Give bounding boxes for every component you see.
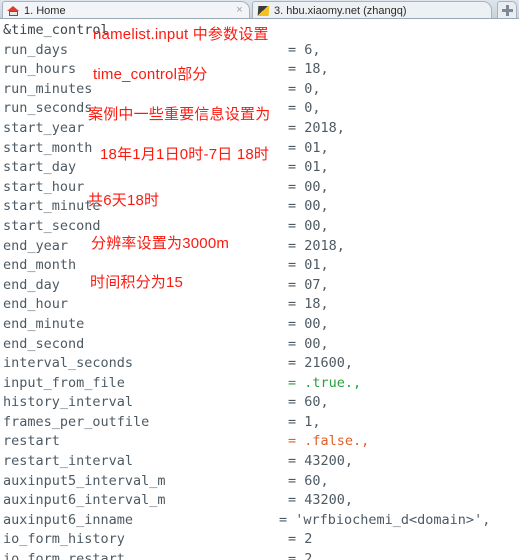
tab-hbu-xiaomy-net[interactable]: 3. hbu.xiaomy.net (zhangq) <box>252 1 492 18</box>
namelist-row: restart = .false., <box>0 432 519 452</box>
namelist-row: io_form_history = 2 <box>0 530 519 550</box>
namelist-key: end_minute <box>3 315 85 332</box>
namelist-row: run_minutes = 0, <box>0 80 519 100</box>
annotation-text: 分辨率设置为3000m <box>91 235 230 252</box>
namelist-value: = 0, <box>288 100 321 117</box>
namelist-key: start_minute <box>3 198 101 215</box>
namelist-value: = 2018, <box>288 237 345 254</box>
namelist-key: io_form_restart <box>3 551 125 560</box>
namelist-key: start_day <box>3 159 77 176</box>
annotation-text: time_control部分 <box>93 66 208 83</box>
namelist-row: run_days = 6, <box>0 41 519 61</box>
namelist-value: = 00, <box>288 178 329 195</box>
namelist-value: = .true., <box>288 374 362 391</box>
namelist-row: start_hour = 00, <box>0 178 519 198</box>
namelist-key: start_year <box>3 119 85 136</box>
namelist-key: end_second <box>3 335 85 352</box>
namelist-value: = 01, <box>288 257 329 274</box>
namelist-row: auxinput6_interval_m = 43200, <box>0 491 519 511</box>
namelist-value: = 2018, <box>288 119 345 136</box>
namelist-key: end_year <box>3 237 69 254</box>
namelist-value: = 00, <box>288 315 329 332</box>
annotation-text: 18年1月1日0时-7日 18时 <box>100 146 270 163</box>
namelist-key: auxinput6_interval_m <box>3 492 166 509</box>
close-icon[interactable]: × <box>234 5 245 16</box>
namelist-key: input_from_file <box>3 374 125 391</box>
tab-label: 1. Home <box>24 4 66 17</box>
namelist-row: start_minute = 00, <box>0 197 519 217</box>
namelist-value: = 2 <box>288 551 313 560</box>
namelist-value: = 0, <box>288 80 321 97</box>
namelist-key: history_interval <box>3 394 134 411</box>
namelist-row: start_second = 00, <box>0 217 519 237</box>
namelist-row: history_interval = 60, <box>0 393 519 413</box>
namelist-value: = 21600, <box>288 355 354 372</box>
namelist-key: restart_interval <box>3 453 134 470</box>
namelist-key: auxinput6_inname <box>3 511 134 528</box>
namelist-key: start_second <box>3 217 101 234</box>
namelist-row: frames_per_outfile = 1, <box>0 413 519 433</box>
namelist-row: end_month = 01, <box>0 256 519 276</box>
browser-tab-bar: 1. Home × 3. hbu.xiaomy.net (zhangq) <box>0 0 519 19</box>
namelist-value: = 60, <box>288 394 329 411</box>
namelist-value: = 1, <box>288 413 321 430</box>
namelist-row: input_from_file = .true., <box>0 374 519 394</box>
namelist-key: end_month <box>3 257 77 274</box>
namelist-value: = 18, <box>288 61 329 78</box>
namelist-value: = .false., <box>288 433 370 450</box>
namelist-key: run_seconds <box>3 100 93 117</box>
namelist-key: end_hour <box>3 296 69 313</box>
namelist-value: = 00, <box>288 335 329 352</box>
namelist-value: = 2 <box>288 531 313 548</box>
namelist-row: run_hours = 18, <box>0 60 519 80</box>
tab-label: 3. hbu.xiaomy.net (zhangq) <box>274 4 407 17</box>
namelist-key: io_form_history <box>3 531 125 548</box>
new-tab-button[interactable] <box>497 1 517 18</box>
namelist-key: auxinput5_interval_m <box>3 472 166 489</box>
namelist-key: frames_per_outfile <box>3 413 150 430</box>
namelist-key: run_days <box>3 41 69 58</box>
namelist-value: = 00, <box>288 198 329 215</box>
namelist-row: end_minute = 00, <box>0 315 519 335</box>
namelist-key: end_day <box>3 276 60 293</box>
namelist-row: end_day = 07, <box>0 276 519 296</box>
namelist-value: = 43200, <box>288 492 354 509</box>
pencil-icon <box>257 4 270 17</box>
namelist-key: start_month <box>3 139 93 156</box>
plus-icon <box>501 5 513 16</box>
namelist-row: interval_seconds = 21600, <box>0 354 519 374</box>
namelist-value: = 18, <box>288 296 329 313</box>
namelist-row: io_form_restart = 2 <box>0 550 519 560</box>
namelist-value: = 07, <box>288 276 329 293</box>
namelist-value: = 43200, <box>288 453 354 470</box>
namelist-value: = 01, <box>288 139 329 156</box>
annotation-text: 时间积分为15 <box>90 274 184 291</box>
annotation-text: 案例中一些重要信息设置为 <box>88 106 271 123</box>
namelist-row: auxinput5_interval_m = 60, <box>0 472 519 492</box>
namelist-row: end_hour = 18, <box>0 295 519 315</box>
namelist-key: run_hours <box>3 61 77 78</box>
namelist-row: restart_interval = 43200, <box>0 452 519 472</box>
namelist-row: end_second = 00, <box>0 335 519 355</box>
namelist-key: interval_seconds <box>3 355 134 372</box>
namelist-value: = 'wrfbiochemi_d<domain>', <box>279 511 491 528</box>
home-icon <box>7 4 20 17</box>
namelist-value: = 01, <box>288 159 329 176</box>
namelist-value: = 60, <box>288 472 329 489</box>
namelist-value: = 00, <box>288 217 329 234</box>
namelist-key: run_minutes <box>3 80 93 97</box>
annotation-text: 共6天18时 <box>88 192 160 209</box>
namelist-row: end_year = 2018, <box>0 237 519 257</box>
namelist-key: start_hour <box>3 178 85 195</box>
terminal-content[interactable]: &time_control run_days = 6, run_hours = 18,… <box>0 19 519 560</box>
namelist-key: restart <box>3 433 60 450</box>
namelist-row: auxinput6_inname = 'wrfbiochemi_d<domain>… <box>0 511 519 531</box>
tab-home[interactable]: 1. Home × <box>2 1 250 18</box>
namelist-value: = 6, <box>288 41 321 58</box>
annotation-text: namelist.input 中参数设置 <box>93 26 269 43</box>
